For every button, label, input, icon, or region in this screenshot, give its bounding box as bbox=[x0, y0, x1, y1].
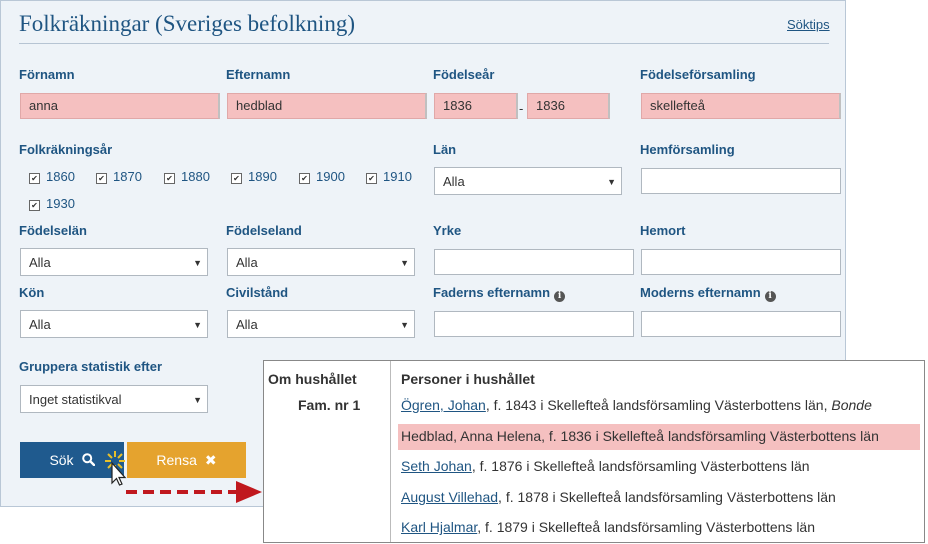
year-checkbox-1870[interactable]: ✔ 1870 bbox=[96, 169, 142, 184]
checkbox-checked-icon[interactable]: ✔ bbox=[366, 173, 377, 184]
lan-label: Län bbox=[433, 142, 457, 157]
checkbox-checked-icon[interactable]: ✔ bbox=[299, 173, 310, 184]
year-checkbox-1930[interactable]: ✔ 1930 bbox=[29, 196, 75, 211]
hemort-label: Hemort bbox=[640, 223, 686, 238]
pointer-arrow bbox=[126, 481, 262, 503]
fodelselan-label: Födelselän bbox=[19, 223, 87, 238]
fodelsear-from-input[interactable]: 1836 bbox=[434, 93, 518, 119]
hemort-input[interactable] bbox=[641, 249, 841, 275]
checkbox-checked-icon[interactable]: ✔ bbox=[231, 173, 242, 184]
person-row: Seth Johan, f. 1876 i Skellefteå landsfö… bbox=[401, 458, 810, 474]
dropdown-arrow-icon: ▼ bbox=[193, 395, 202, 405]
persons-header: Personer i hushållet bbox=[401, 371, 535, 387]
dropdown-arrow-icon: ▼ bbox=[400, 320, 409, 330]
checkbox-checked-icon[interactable]: ✔ bbox=[164, 173, 175, 184]
dropdown-arrow-icon: ▼ bbox=[193, 320, 202, 330]
yrke-input[interactable] bbox=[434, 249, 634, 275]
search-icon bbox=[81, 452, 95, 468]
info-icon[interactable]: i bbox=[554, 291, 566, 302]
hemforsamling-input[interactable] bbox=[641, 168, 841, 194]
page-title: Folkräkningar (Sveriges befolkning) bbox=[19, 11, 355, 36]
year-checkbox-1860[interactable]: ✔ 1860 bbox=[29, 169, 75, 184]
efternamn-label: Efternamn bbox=[226, 67, 291, 82]
fodelseforsamling-label: Födelseförsamling bbox=[640, 67, 756, 82]
fodelseland-label: Födelseland bbox=[226, 223, 302, 238]
person-link[interactable]: Ögren, Johan bbox=[401, 397, 486, 413]
person-link[interactable]: Seth Johan bbox=[401, 458, 472, 474]
civilstand-select[interactable]: Alla ▼ bbox=[227, 310, 415, 338]
year-checkbox-1890[interactable]: ✔ 1890 bbox=[231, 169, 277, 184]
search-tips-link[interactable]: Söktips bbox=[787, 17, 830, 32]
folkrakningsar-label: Folkräkningsår bbox=[19, 142, 113, 157]
gruppera-select[interactable]: Inget statistikval ▼ bbox=[20, 385, 208, 413]
fodelsear-label: Födelseår bbox=[433, 67, 495, 82]
person-name: Hedblad, Anna Helena bbox=[401, 428, 542, 444]
hemforsamling-label: Hemförsamling bbox=[640, 142, 735, 157]
about-household-header: Om hushållet bbox=[268, 371, 357, 387]
person-row: Karl Hjalmar, f. 1879 i Skellefteå lands… bbox=[401, 519, 815, 535]
close-icon: ✖ bbox=[204, 452, 217, 468]
year-checkbox-1900[interactable]: ✔ 1900 bbox=[299, 169, 345, 184]
person-row-highlighted: Hedblad, Anna Helena, f. 1836 i Skelleft… bbox=[401, 428, 879, 444]
faderns-efternamn-label: Faderns efternamn i bbox=[433, 285, 566, 302]
year-checkbox-1880[interactable]: ✔ 1880 bbox=[164, 169, 210, 184]
person-link[interactable]: August Villehad bbox=[401, 489, 498, 505]
household-popup: Om hushållet Personer i hushållet Fam. n… bbox=[263, 360, 925, 543]
dropdown-arrow-icon: ▼ bbox=[193, 258, 202, 268]
dropdown-arrow-icon: ▼ bbox=[400, 258, 409, 268]
person-row: August Villehad, f. 1878 i Skellefteå la… bbox=[401, 489, 836, 505]
fodelseland-select[interactable]: Alla ▼ bbox=[227, 248, 415, 276]
gruppera-label: Gruppera statistik efter bbox=[19, 359, 163, 374]
efternamn-input[interactable]: hedblad bbox=[227, 93, 427, 119]
fornamn-label: Förnamn bbox=[19, 67, 75, 82]
family-number: Fam. nr 1 bbox=[298, 397, 361, 413]
moderns-efternamn-input[interactable] bbox=[641, 311, 841, 337]
checkbox-checked-icon[interactable]: ✔ bbox=[29, 173, 40, 184]
kon-label: Kön bbox=[19, 285, 45, 300]
faderns-efternamn-input[interactable] bbox=[434, 311, 634, 337]
checkbox-checked-icon[interactable]: ✔ bbox=[96, 173, 107, 184]
fodelseforsamling-input[interactable]: skellefteå bbox=[641, 93, 841, 119]
fodelsear-to-input[interactable]: 1836 bbox=[527, 93, 610, 119]
column-divider bbox=[390, 361, 391, 542]
fornamn-input[interactable]: anna bbox=[20, 93, 220, 119]
lan-select[interactable]: Alla ▼ bbox=[434, 167, 622, 195]
title-divider bbox=[19, 43, 829, 44]
dropdown-arrow-icon: ▼ bbox=[607, 177, 616, 187]
fodelselan-select[interactable]: Alla ▼ bbox=[20, 248, 208, 276]
kon-select[interactable]: Alla ▼ bbox=[20, 310, 208, 338]
info-icon[interactable]: i bbox=[764, 291, 776, 302]
year-range-separator: - bbox=[519, 101, 524, 116]
yrke-label: Yrke bbox=[433, 223, 462, 238]
person-link[interactable]: Karl Hjalmar bbox=[401, 519, 477, 535]
checkbox-checked-icon[interactable]: ✔ bbox=[29, 200, 40, 211]
civilstand-label: Civilstånd bbox=[226, 285, 289, 300]
person-row: Ögren, Johan, f. 1843 i Skellefteå lands… bbox=[401, 397, 872, 413]
clear-button[interactable]: Rensa ✖ bbox=[127, 442, 246, 478]
year-checkbox-1910[interactable]: ✔ 1910 bbox=[366, 169, 412, 184]
moderns-efternamn-label: Moderns efternamn i bbox=[640, 285, 776, 302]
